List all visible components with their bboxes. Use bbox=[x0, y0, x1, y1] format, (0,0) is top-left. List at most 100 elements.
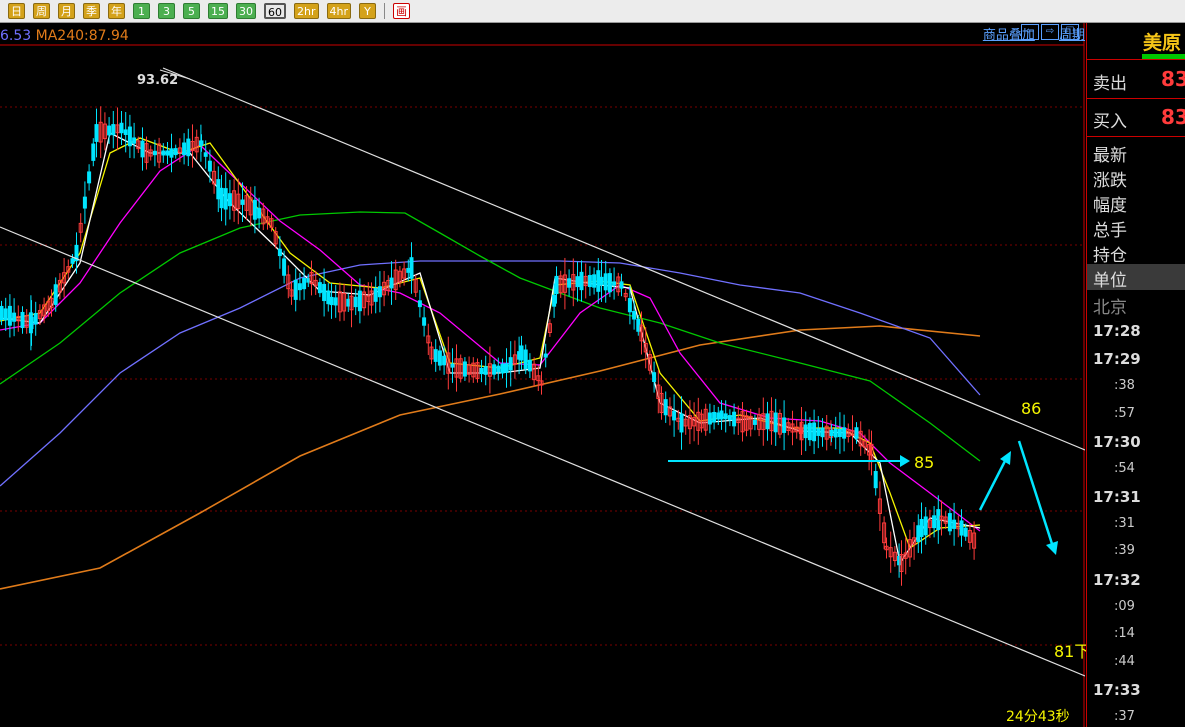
candle-down bbox=[91, 143, 96, 161]
candle-down bbox=[587, 274, 592, 288]
candle-down bbox=[723, 413, 728, 420]
arrow-left-icon[interactable]: ⇦ bbox=[1021, 24, 1039, 40]
candle-down bbox=[357, 290, 362, 312]
candle-down bbox=[240, 199, 245, 205]
candle-down bbox=[203, 152, 208, 157]
candle-down bbox=[567, 278, 572, 288]
tick-time: :37 bbox=[1114, 709, 1135, 724]
candle-down bbox=[803, 424, 808, 439]
arrow-right-icon[interactable]: ⇨ bbox=[1041, 24, 1059, 40]
candle-down bbox=[679, 413, 684, 433]
divider bbox=[1087, 98, 1185, 99]
candle-down bbox=[554, 275, 559, 295]
quote-row-label: 涨跌 bbox=[1093, 171, 1127, 191]
candle-down bbox=[719, 410, 724, 420]
candle-down bbox=[152, 150, 157, 156]
candle-down bbox=[854, 427, 859, 439]
quote-panel: 美原 卖出 83 买入 83 最新 涨跌 幅度 总手 持仓 单位 北京 17:28 17:… bbox=[1086, 23, 1185, 727]
candle-down bbox=[227, 193, 232, 207]
tick-time: :31 bbox=[1114, 516, 1135, 531]
candle-down bbox=[111, 124, 116, 136]
period-button-12[interactable]: 4hr bbox=[326, 3, 351, 19]
candle-down bbox=[636, 318, 641, 332]
candle-down bbox=[504, 363, 509, 373]
period-button-2[interactable]: 月 bbox=[58, 3, 75, 19]
annotation-81: 81下 bbox=[1054, 642, 1091, 661]
candle-down bbox=[752, 419, 757, 425]
quote-row-label: 持仓 bbox=[1093, 246, 1127, 266]
candle-down bbox=[672, 410, 677, 421]
period-button-11[interactable]: 2hr bbox=[294, 3, 319, 19]
candle-down bbox=[373, 287, 378, 302]
candle-down bbox=[127, 126, 132, 147]
candle-down bbox=[732, 411, 737, 427]
candle-down bbox=[500, 363, 505, 374]
candlestick-chart[interactable] bbox=[0, 23, 1085, 727]
period-button-9[interactable]: 30 bbox=[236, 3, 256, 19]
period-button-4[interactable]: 年 bbox=[108, 3, 125, 19]
candle-down bbox=[70, 258, 75, 264]
panel-title: 美原 bbox=[1143, 32, 1182, 54]
candle-down bbox=[169, 148, 174, 158]
period-button-0[interactable]: 日 bbox=[8, 3, 25, 19]
candle-down bbox=[207, 160, 212, 172]
candle-down bbox=[297, 283, 302, 291]
candle-down bbox=[216, 179, 221, 200]
channel-lower-line bbox=[0, 226, 1085, 677]
ma60-line bbox=[0, 211, 981, 462]
divider bbox=[1087, 136, 1185, 137]
candle-down bbox=[199, 140, 204, 146]
candle-down bbox=[932, 515, 937, 529]
candle-down bbox=[132, 137, 137, 144]
period-button-6[interactable]: 3 bbox=[158, 3, 175, 19]
candle-down bbox=[916, 525, 921, 542]
channel-upper-line bbox=[162, 67, 1085, 451]
tick-time: 17:32 bbox=[1093, 571, 1141, 589]
maximize-icon[interactable]: ☐ bbox=[1061, 24, 1079, 40]
candle-down bbox=[596, 270, 601, 292]
candle-down bbox=[182, 142, 187, 156]
period-button-3[interactable]: 季 bbox=[83, 3, 100, 19]
tick-time: :57 bbox=[1114, 406, 1135, 421]
candle-down bbox=[963, 527, 968, 537]
arrow-down-icon bbox=[1046, 541, 1058, 555]
unit-label: 单位 bbox=[1093, 271, 1127, 291]
draw-tool-button[interactable]: 画 bbox=[393, 3, 410, 19]
candle-down bbox=[277, 248, 282, 257]
candle-down bbox=[712, 411, 717, 423]
candle-down bbox=[377, 286, 382, 298]
candle-down bbox=[123, 129, 128, 136]
period-button-5[interactable]: 1 bbox=[133, 3, 150, 19]
candle-down bbox=[333, 297, 338, 306]
arrow-right-icon bbox=[900, 455, 910, 467]
candle-down bbox=[496, 365, 501, 373]
candle-down bbox=[406, 267, 411, 273]
candle-down bbox=[612, 281, 617, 286]
period-button-8[interactable]: 15 bbox=[208, 3, 228, 19]
candle-down bbox=[450, 363, 455, 368]
candle-down bbox=[20, 311, 25, 329]
annotation-86: 86 bbox=[1021, 399, 1042, 418]
candle-down bbox=[483, 366, 488, 375]
sell-value: 83 bbox=[1161, 67, 1185, 91]
tick-time: :44 bbox=[1114, 654, 1135, 669]
candle-down bbox=[952, 519, 957, 529]
period-button-1[interactable]: 周 bbox=[33, 3, 50, 19]
chart-canvas bbox=[0, 23, 1085, 727]
candle-down bbox=[353, 296, 358, 308]
quote-row-label: 幅度 bbox=[1093, 196, 1127, 216]
candle-down bbox=[607, 273, 612, 293]
candle-down bbox=[959, 520, 964, 536]
quote-row-label: 最新 bbox=[1093, 146, 1127, 166]
period-button-7[interactable]: 5 bbox=[183, 3, 200, 19]
candle-down bbox=[437, 350, 442, 366]
period-button-10[interactable]: 60 bbox=[264, 3, 286, 19]
period-button-13[interactable]: Y bbox=[359, 3, 376, 19]
candle-down bbox=[165, 150, 170, 156]
candle-down bbox=[782, 417, 787, 433]
annotation-85: 85 bbox=[914, 453, 935, 472]
candle-down bbox=[652, 372, 657, 383]
candle-down bbox=[462, 361, 467, 377]
candle-down bbox=[820, 427, 825, 438]
candle-down bbox=[186, 138, 191, 157]
